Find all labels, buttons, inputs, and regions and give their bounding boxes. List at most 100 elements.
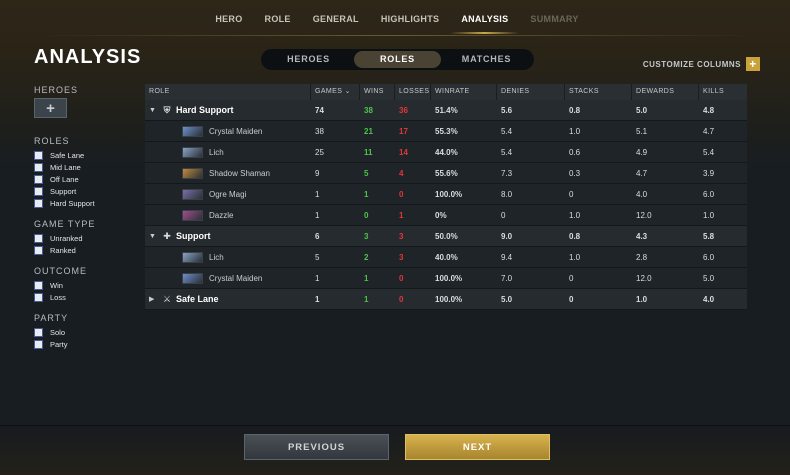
column-header-role[interactable]: ROLE [145,84,311,100]
checkbox[interactable] [34,245,43,255]
cell-losses: 1 [399,210,404,220]
hero-name: Lich [209,147,224,157]
role-group-row[interactable]: ▶ ⚔ Safe Lane 1 1 0 100.0% 5.0 0 1.0 4.0 [145,289,747,310]
column-header-dewards[interactable]: DEWARDS [632,84,699,100]
cell-winrate: 0% [435,210,447,220]
cell-games: 1 [315,210,320,220]
checkbox[interactable] [34,186,43,196]
column-header-losses[interactable]: LOSSES [395,84,431,100]
filter-ranked[interactable]: Ranked [34,244,139,256]
tab-role[interactable]: ROLE [254,0,302,36]
role-group-row[interactable]: ▼ ⛨ Hard Support 74 38 36 51.4% 5.6 0.8 5.0 4.8 [145,100,747,121]
column-header-kills[interactable]: KILLS [699,84,747,100]
hero-name: Crystal Maiden [209,126,263,136]
column-header-winrate[interactable]: WINRATE [431,84,497,100]
filter-win[interactable]: Win [34,279,139,291]
table-body: ▼ ⛨ Hard Support 74 38 36 51.4% 5.6 0.8 5.0 4.8 Cry… [145,100,747,310]
cell-denies: 9.4 [501,252,513,262]
game-type-filter: GAME TYPE Unranked Ranked [34,219,139,256]
cell-winrate: 51.4% [435,105,458,115]
cell-winrate: 100.0% [435,294,463,304]
hero-row[interactable]: Dazzle 1 0 1 0% 0 1.0 12.0 1.0 [145,205,747,226]
cell-kills: 5.8 [703,231,715,241]
column-header-stacks[interactable]: STACKS [565,84,632,100]
column-header-games[interactable]: GAMES ⌄ [311,84,360,100]
tab-analysis[interactable]: ANALYSIS [450,0,520,36]
hero-row[interactable]: Crystal Maiden 1 1 0 100.0% 7.0 0 12.0 5.0 [145,268,747,289]
filter-label: Solo [50,327,66,337]
checkbox[interactable] [34,327,43,337]
cell-denies: 7.3 [501,168,513,178]
add-hero-button[interactable]: + [34,98,67,118]
customize-columns-button[interactable]: CUSTOMIZE COLUMNS + [643,57,760,71]
role-cell: ▼ ✚ Support [145,230,311,242]
cell-wins: 21 [364,126,373,136]
customize-columns-label: CUSTOMIZE COLUMNS [642,59,741,69]
column-header-denies[interactable]: DENIES [497,84,565,100]
next-button[interactable]: NEXT [405,434,550,460]
hero-portrait-icon [182,188,203,200]
segment-heroes[interactable]: HEROES [263,51,354,68]
view-switcher: HEROES ROLES MATCHES [261,49,534,70]
segment-roles[interactable]: ROLES [354,51,441,68]
cell-games: 5 [315,252,320,262]
filter-unranked[interactable]: Unranked [34,232,139,244]
cell-dewards: 4.3 [636,231,648,241]
tab-hero[interactable]: HERO [204,0,253,36]
filter-solo[interactable]: Solo [34,326,139,338]
cell-wins: 2 [364,252,369,262]
top-navigation: HERO ROLE GENERAL HIGHLIGHTS ANALYSIS SU… [0,0,790,36]
cell-dewards: 5.0 [636,105,648,115]
filter-off-lane[interactable]: Off Lane [34,173,139,185]
filter-label: Party [50,339,68,349]
caret-right-icon[interactable]: ▶ [149,295,159,303]
checkbox[interactable] [34,162,43,172]
cell-stacks: 0.3 [569,168,581,178]
checkbox[interactable] [34,280,43,290]
party-filter: PARTY Solo Party [34,313,139,350]
previous-button[interactable]: PREVIOUS [244,434,389,460]
filter-mid-lane[interactable]: Mid Lane [34,161,139,173]
caret-down-icon[interactable]: ▼ [149,233,159,240]
cell-losses: 0 [399,189,404,199]
hero-row[interactable]: Shadow Shaman 9 5 4 55.6% 7.3 0.3 4.7 3.9 [145,163,747,184]
hero-row[interactable]: Lich 25 11 14 44.0% 5.4 0.6 4.9 5.4 [145,142,747,163]
tab-summary[interactable]: SUMMARY [519,0,589,36]
hero-row[interactable]: Lich 5 2 3 40.0% 9.4 1.0 2.8 6.0 [145,247,747,268]
role-name: Support [176,231,211,241]
tab-general[interactable]: GENERAL [302,0,370,36]
filter-label: Support [50,186,77,196]
role-cell: ▶ ⚔ Safe Lane [145,293,311,305]
role-group-row[interactable]: ▼ ✚ Support 6 3 3 50.0% 9.0 0.8 4.3 5.8 [145,226,747,247]
outcome-filter-heading: OUTCOME [34,266,87,276]
filter-support[interactable]: Support [34,185,139,197]
cell-wins: 38 [364,105,373,115]
cell-kills: 4.8 [703,105,715,115]
hero-portrait-icon [182,251,203,263]
hero-name: Shadow Shaman [209,168,270,178]
filter-hard-support[interactable]: Hard Support [34,197,139,209]
filter-safe-lane[interactable]: Safe Lane [34,149,139,161]
filter-party[interactable]: Party [34,338,139,350]
checkbox[interactable] [34,198,43,208]
checkbox[interactable] [34,174,43,184]
caret-down-icon[interactable]: ▼ [149,107,159,114]
checkbox[interactable] [34,150,43,160]
cell-stacks: 0 [569,189,574,199]
cell-winrate: 55.6% [435,168,458,178]
cell-stacks: 1.0 [569,126,581,136]
cell-dewards: 4.0 [636,189,648,199]
hero-row[interactable]: Crystal Maiden 38 21 17 55.3% 5.4 1.0 5.1 4.7 [145,121,747,142]
checkbox[interactable] [34,233,43,243]
plus-icon: + [46,99,55,117]
cell-kills: 1.0 [703,210,715,220]
checkbox[interactable] [34,292,43,302]
column-header-wins[interactable]: WINS [360,84,395,100]
tab-highlights[interactable]: HIGHLIGHTS [370,0,451,36]
hero-row[interactable]: Ogre Magi 1 1 0 100.0% 8.0 0 4.0 6.0 [145,184,747,205]
checkbox[interactable] [34,339,43,349]
filter-loss[interactable]: Loss [34,291,139,303]
cell-kills: 5.4 [703,147,715,157]
safe-lane-icon: ⚔ [162,293,172,304]
segment-matches[interactable]: MATCHES [441,51,532,68]
